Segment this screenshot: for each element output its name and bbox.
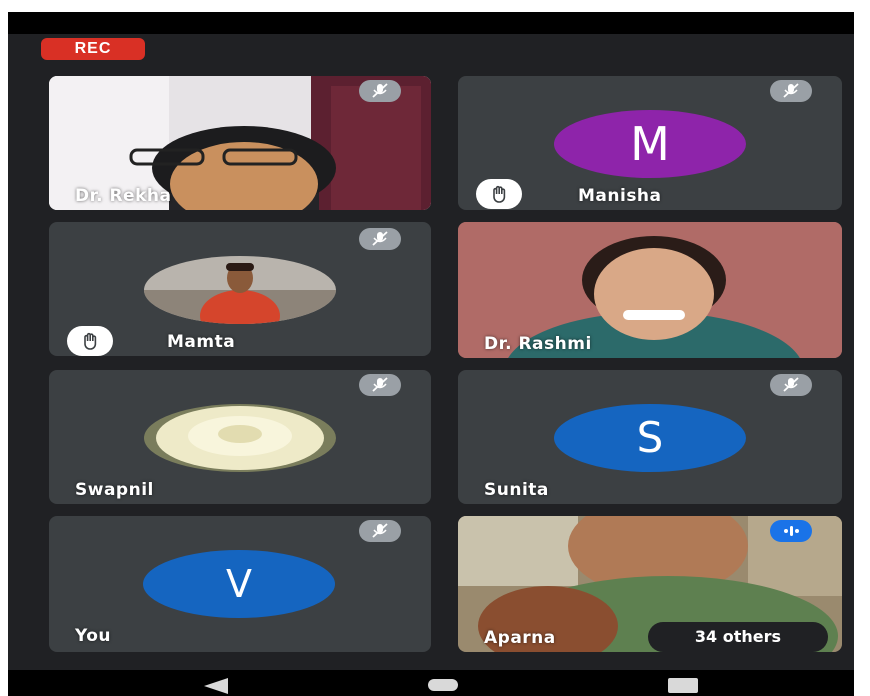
participant-tile-dr-rashmi[interactable]: Dr. Rashmi (458, 222, 842, 358)
participant-tile-sunita[interactable]: S Sunita (458, 370, 842, 504)
participant-avatar (144, 404, 336, 472)
participant-avatar: S (554, 404, 746, 472)
navigation-bar (8, 670, 854, 696)
raised-hand-icon (476, 179, 522, 209)
participant-name: Dr. Rekha (75, 186, 172, 206)
mic-off-icon (359, 374, 401, 396)
participant-avatar: M (554, 110, 746, 178)
participant-tile-dr-rekha[interactable]: Dr. Rekha (49, 76, 431, 210)
recording-badge: REC (41, 38, 145, 60)
raised-hand-icon (67, 326, 113, 356)
mic-off-icon (359, 228, 401, 250)
participant-avatar: V (143, 550, 335, 618)
audio-level-icon (770, 520, 812, 542)
home-icon[interactable] (428, 679, 458, 691)
participant-tile-mamta[interactable]: Mamta (49, 222, 431, 356)
participant-name: Dr. Rashmi (484, 334, 592, 354)
meeting-screen: REC Dr. Rekha M Manisha Mamta Dr. Rashmi… (8, 12, 854, 696)
participant-name: Manisha (578, 186, 662, 206)
participant-tile-swapnil[interactable]: Swapnil (49, 370, 431, 504)
participant-avatar (144, 256, 336, 324)
participant-name: Aparna (484, 628, 556, 648)
participant-name: Sunita (484, 480, 549, 500)
mic-off-icon (359, 80, 401, 102)
participant-tile-manisha[interactable]: M Manisha (458, 76, 842, 210)
back-icon[interactable] (204, 678, 228, 694)
participant-name: You (75, 626, 112, 646)
participant-tile-you[interactable]: V You (49, 516, 431, 652)
participant-name: Swapnil (75, 480, 154, 500)
others-count-button[interactable]: 34 others (648, 622, 828, 652)
participant-name: Mamta (167, 332, 236, 352)
mic-off-icon (359, 520, 401, 542)
participant-tile-aparna[interactable]: Aparna 34 others (458, 516, 842, 652)
recent-apps-icon[interactable] (668, 678, 698, 693)
mic-off-icon (770, 80, 812, 102)
status-bar (8, 12, 854, 34)
mic-off-icon (770, 374, 812, 396)
